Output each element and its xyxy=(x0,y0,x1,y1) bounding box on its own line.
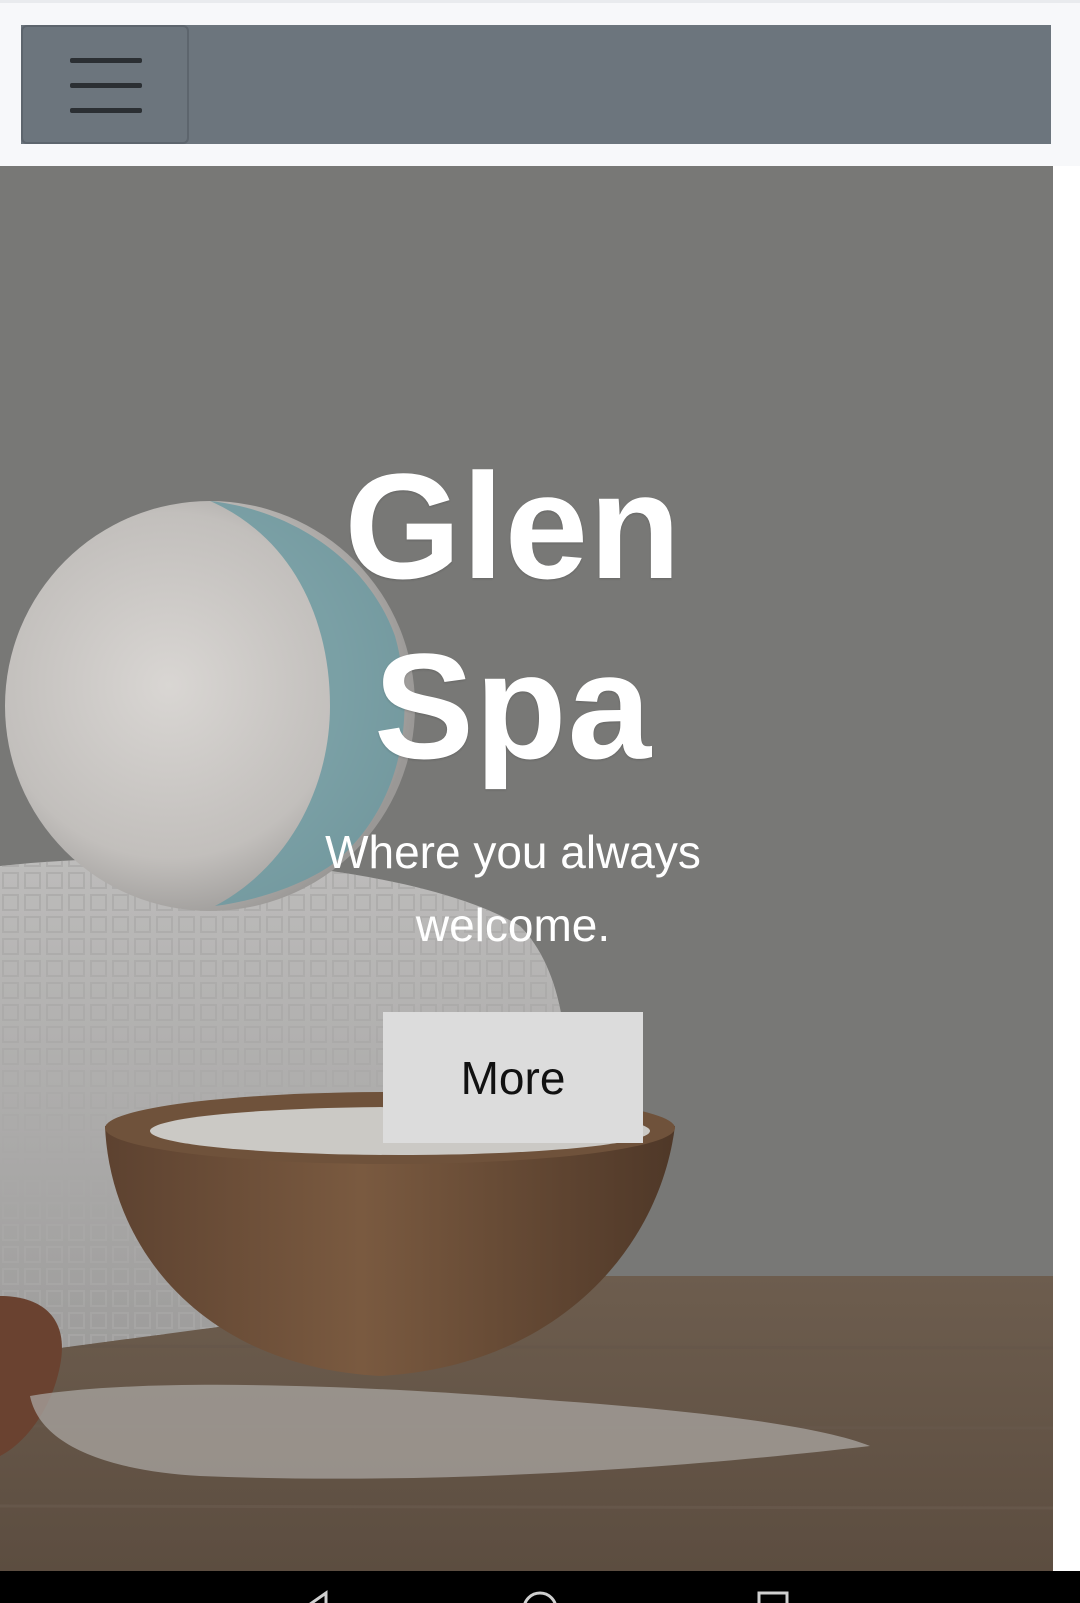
hero-section: Glen Spa Where you always welcome. More xyxy=(0,166,1053,1571)
back-triangle-icon[interactable] xyxy=(300,1589,336,1603)
right-edge-strip xyxy=(1053,166,1080,1571)
system-navigation-bar xyxy=(0,1571,1080,1603)
hero-subtitle: Where you always welcome. xyxy=(325,826,701,951)
hero-title-line-2: Spa xyxy=(373,622,653,790)
menu-toggle-button[interactable] xyxy=(21,25,189,144)
more-button[interactable]: More xyxy=(383,1012,643,1143)
hero-title: Glen Spa xyxy=(303,436,723,796)
hero-title-line-1: Glen xyxy=(344,442,682,610)
page: Glen Spa Where you always welcome. More xyxy=(0,0,1080,1603)
top-navbar xyxy=(0,0,1080,166)
recents-square-icon[interactable] xyxy=(755,1589,791,1603)
hero-content: Glen Spa Where you always welcome. More xyxy=(0,436,1026,1143)
home-circle-icon[interactable] xyxy=(520,1589,560,1603)
